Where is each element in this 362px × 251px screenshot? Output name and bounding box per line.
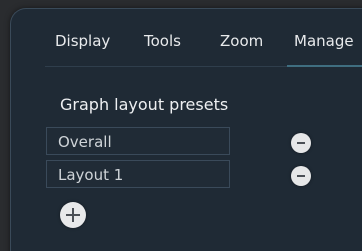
tab-manage[interactable]: Manage [294,32,354,50]
tab-zoom[interactable]: Zoom [220,32,263,50]
active-tab-indicator [287,65,362,67]
preset-row-layout-1[interactable]: Layout 1 [46,160,230,188]
remove-preset-layout-1-button[interactable] [291,166,311,186]
remove-preset-overall-button[interactable] [291,133,311,153]
preset-row-overall[interactable]: Overall [46,127,230,155]
tab-bar: Display Tools Zoom Manage [11,9,362,67]
minus-circle-icon [297,175,305,177]
tab-tools[interactable]: Tools [144,32,181,50]
add-preset-button[interactable] [60,202,86,228]
minus-circle-icon [297,142,305,144]
settings-panel: Display Tools Zoom Manage Graph layout p… [10,8,362,251]
preset-label: Layout 1 [58,166,124,184]
tab-display[interactable]: Display [55,32,110,50]
section-title: Graph layout presets [60,95,229,114]
preset-label: Overall [58,133,112,151]
plus-icon-stroke [72,208,74,222]
